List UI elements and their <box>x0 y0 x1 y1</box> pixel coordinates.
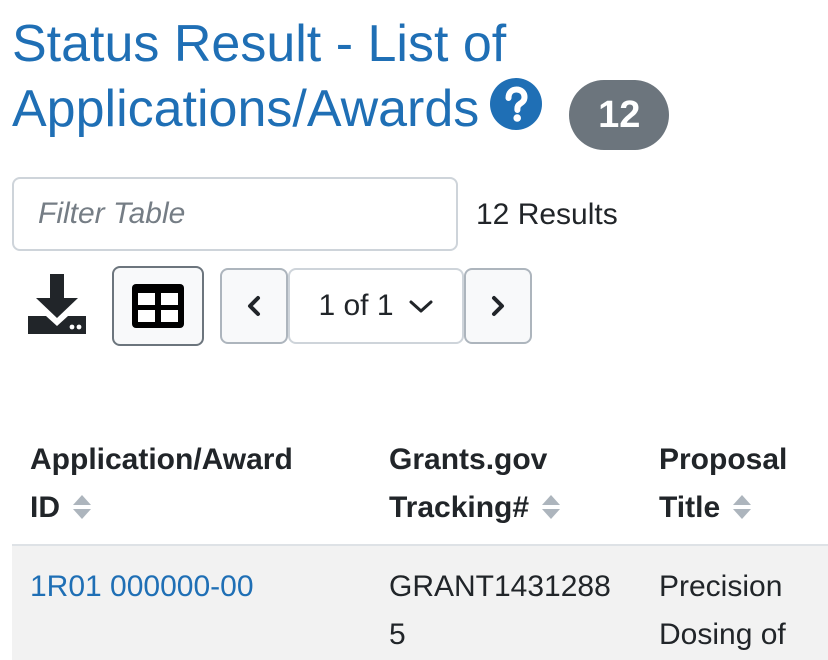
column-header-label: Proposal <box>659 443 788 476</box>
previous-page-button[interactable] <box>220 268 288 344</box>
chevron-right-icon <box>492 296 504 316</box>
page-select[interactable]: 1 of 1 <box>288 268 464 344</box>
chevron-left-icon <box>248 296 260 316</box>
column-header-application-award-id[interactable]: Application/Award ID <box>30 436 293 532</box>
page-title: Status Result - List of Applications/Awa… <box>12 12 822 151</box>
column-header-label-line-2: Tracking# <box>389 484 561 532</box>
column-header-proposal-title[interactable]: Proposal Title <box>659 436 787 532</box>
column-header-label: Application/Award <box>30 443 293 476</box>
application-award-id-link[interactable]: 1R01 000000-00 <box>30 570 254 603</box>
proposal-title-line-2: Dosing of <box>659 618 786 651</box>
column-header-label: Tracking# <box>389 491 530 524</box>
cell-grants-gov-tracking: GRANT1431288 5 <box>389 563 611 659</box>
page-title-line-2: Applications/Awards 12 <box>12 77 822 151</box>
status-result-page: Status Result - List of Applications/Awa… <box>0 0 828 660</box>
page-title-line-2-text: Applications/Awards <box>12 80 480 138</box>
filter-table-input[interactable] <box>12 177 458 251</box>
tracking-number-line-1: GRANT1431288 <box>389 570 611 603</box>
chevron-down-icon <box>409 300 433 313</box>
column-toggle-button[interactable] <box>112 266 204 346</box>
page-title-line-1: Status Result - List of <box>12 15 507 73</box>
sort-icon[interactable] <box>541 493 561 521</box>
table-grid-icon <box>132 284 184 328</box>
column-header-label-line-2: Title <box>659 484 787 532</box>
column-header-label: ID <box>30 491 60 524</box>
sort-icon[interactable] <box>72 493 92 521</box>
column-header-label: Grants.gov <box>389 443 548 476</box>
question-circle-icon[interactable] <box>489 77 543 131</box>
sort-icon[interactable] <box>732 493 752 521</box>
download-icon[interactable] <box>24 272 90 338</box>
table-header: Application/Award ID Grants.gov Tracking… <box>12 430 828 546</box>
tracking-number-line-2: 5 <box>389 618 406 651</box>
count-badge: 12 <box>569 80 670 151</box>
cell-application-award-id: 1R01 000000-00 <box>30 563 254 611</box>
results-count: 12 Results <box>476 198 618 231</box>
next-page-button[interactable] <box>464 268 532 344</box>
column-header-label-line-2: ID <box>30 484 293 532</box>
proposal-title-line-1: Precision <box>659 570 783 603</box>
page-select-value: 1 of 1 <box>318 289 394 322</box>
table-row: 1R01 000000-00 GRANT1431288 5 Precision … <box>12 546 828 660</box>
column-header-label: Title <box>659 491 721 524</box>
column-header-grants-gov-tracking[interactable]: Grants.gov Tracking# <box>389 436 561 532</box>
cell-proposal-title: Precision Dosing of <box>659 563 786 659</box>
